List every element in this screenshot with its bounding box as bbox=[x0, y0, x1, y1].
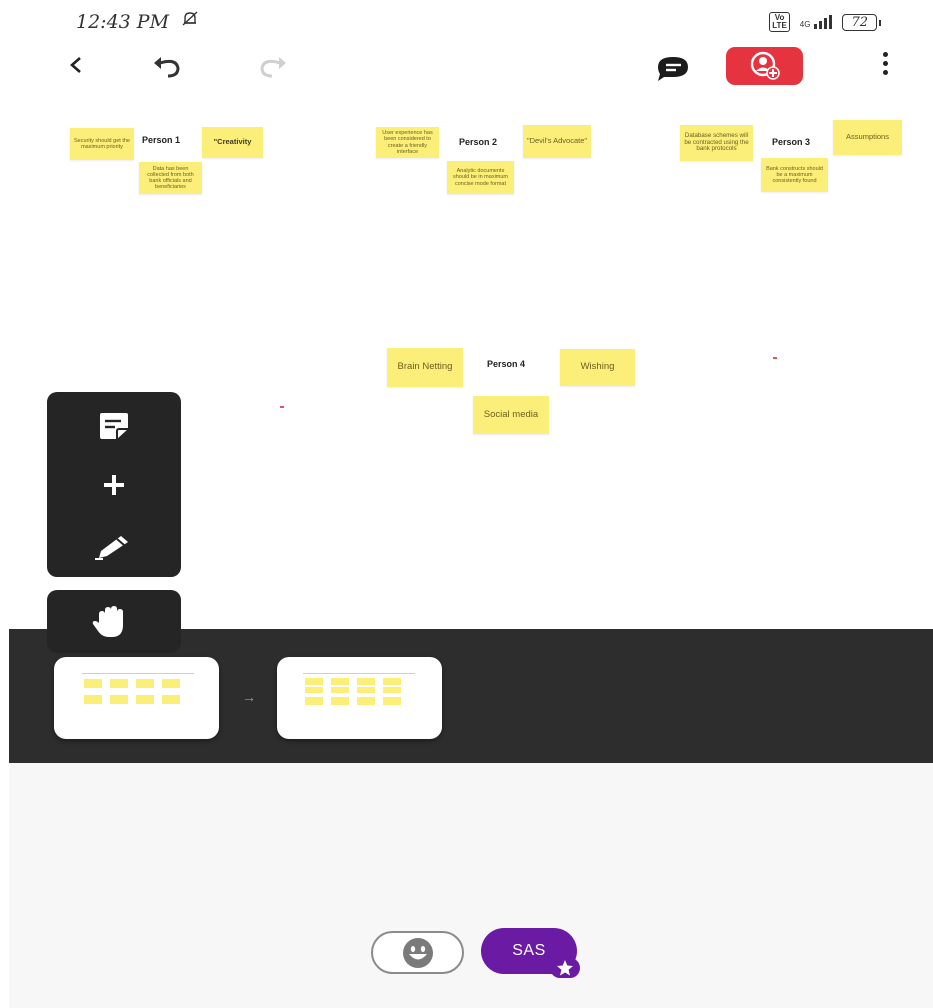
chevron-left-icon bbox=[70, 57, 81, 73]
sticky-note[interactable]: Assumptions bbox=[833, 120, 902, 155]
sticky-note[interactable]: Bank constructs should be a maximum cons… bbox=[761, 158, 828, 192]
person-label: Person 1 bbox=[142, 135, 181, 145]
sticky-note[interactable]: "Creativity bbox=[202, 127, 263, 158]
person-label: Person 3 bbox=[772, 137, 811, 147]
pen-tool[interactable] bbox=[47, 527, 181, 567]
kebab-dot bbox=[882, 61, 888, 66]
status-indicators: Vo LTE 4G 72 bbox=[769, 12, 881, 32]
hand-icon bbox=[92, 606, 123, 637]
invite-collaborator-button[interactable] bbox=[726, 47, 803, 85]
frame-thumbnail-2[interactable] bbox=[277, 657, 442, 739]
status-time: 12:43 PM bbox=[76, 10, 199, 33]
sticky-note[interactable]: Security should get the maximum priority bbox=[70, 128, 134, 160]
arrow-right-icon: → bbox=[242, 689, 256, 705]
add-tool[interactable] bbox=[47, 465, 181, 505]
bell-muted-icon bbox=[181, 11, 199, 32]
frame-thumbnail-1[interactable] bbox=[54, 657, 219, 739]
more-options-button[interactable] bbox=[878, 52, 892, 75]
sticky-note[interactable]: Data has been collected from both bank o… bbox=[139, 162, 202, 194]
redo-icon bbox=[260, 57, 286, 78]
sticky-note[interactable]: "Devil's Advocate" bbox=[523, 125, 591, 158]
sticky-note-icon bbox=[100, 413, 128, 439]
battery-indicator: 72 bbox=[842, 13, 881, 31]
sticky-note[interactable]: User experience has been considered to c… bbox=[376, 127, 439, 158]
sticky-note[interactable]: Brain Netting bbox=[387, 348, 463, 387]
signal-icon: 4G bbox=[800, 15, 833, 29]
add-user-icon bbox=[750, 51, 780, 80]
back-button[interactable] bbox=[64, 50, 88, 80]
bottom-panel bbox=[9, 763, 933, 1008]
sticky-note-tool[interactable] bbox=[47, 406, 181, 446]
sticky-note[interactable]: Wishing bbox=[560, 349, 635, 386]
comment-icon bbox=[658, 57, 688, 81]
remote-cursor-mark bbox=[280, 406, 284, 408]
sticky-note[interactable]: Database schemes will be contracted usin… bbox=[680, 125, 753, 161]
pencil-icon bbox=[95, 536, 128, 560]
star-badge-icon bbox=[550, 958, 580, 978]
reaction-button[interactable] bbox=[371, 931, 464, 974]
avatar-initials: SAS bbox=[512, 942, 546, 959]
remote-cursor-mark bbox=[773, 357, 777, 359]
undo-button[interactable] bbox=[148, 52, 188, 82]
comments-button[interactable] bbox=[652, 52, 694, 84]
undo-icon bbox=[154, 57, 180, 78]
tool-palette bbox=[47, 392, 181, 577]
kebab-dot bbox=[882, 70, 888, 75]
pan-tool[interactable] bbox=[47, 590, 181, 653]
person-label: Person 4 bbox=[487, 359, 526, 369]
plus-icon bbox=[104, 475, 124, 495]
volte-icon: Vo LTE bbox=[769, 12, 790, 32]
person-label: Person 2 bbox=[459, 137, 498, 147]
sticky-note[interactable]: Social media bbox=[473, 396, 549, 434]
kebab-dot bbox=[882, 52, 888, 57]
sticky-note[interactable]: Analytic documents should be in maximum … bbox=[447, 161, 514, 194]
redo-button[interactable] bbox=[252, 52, 292, 82]
smiley-icon bbox=[402, 937, 433, 968]
